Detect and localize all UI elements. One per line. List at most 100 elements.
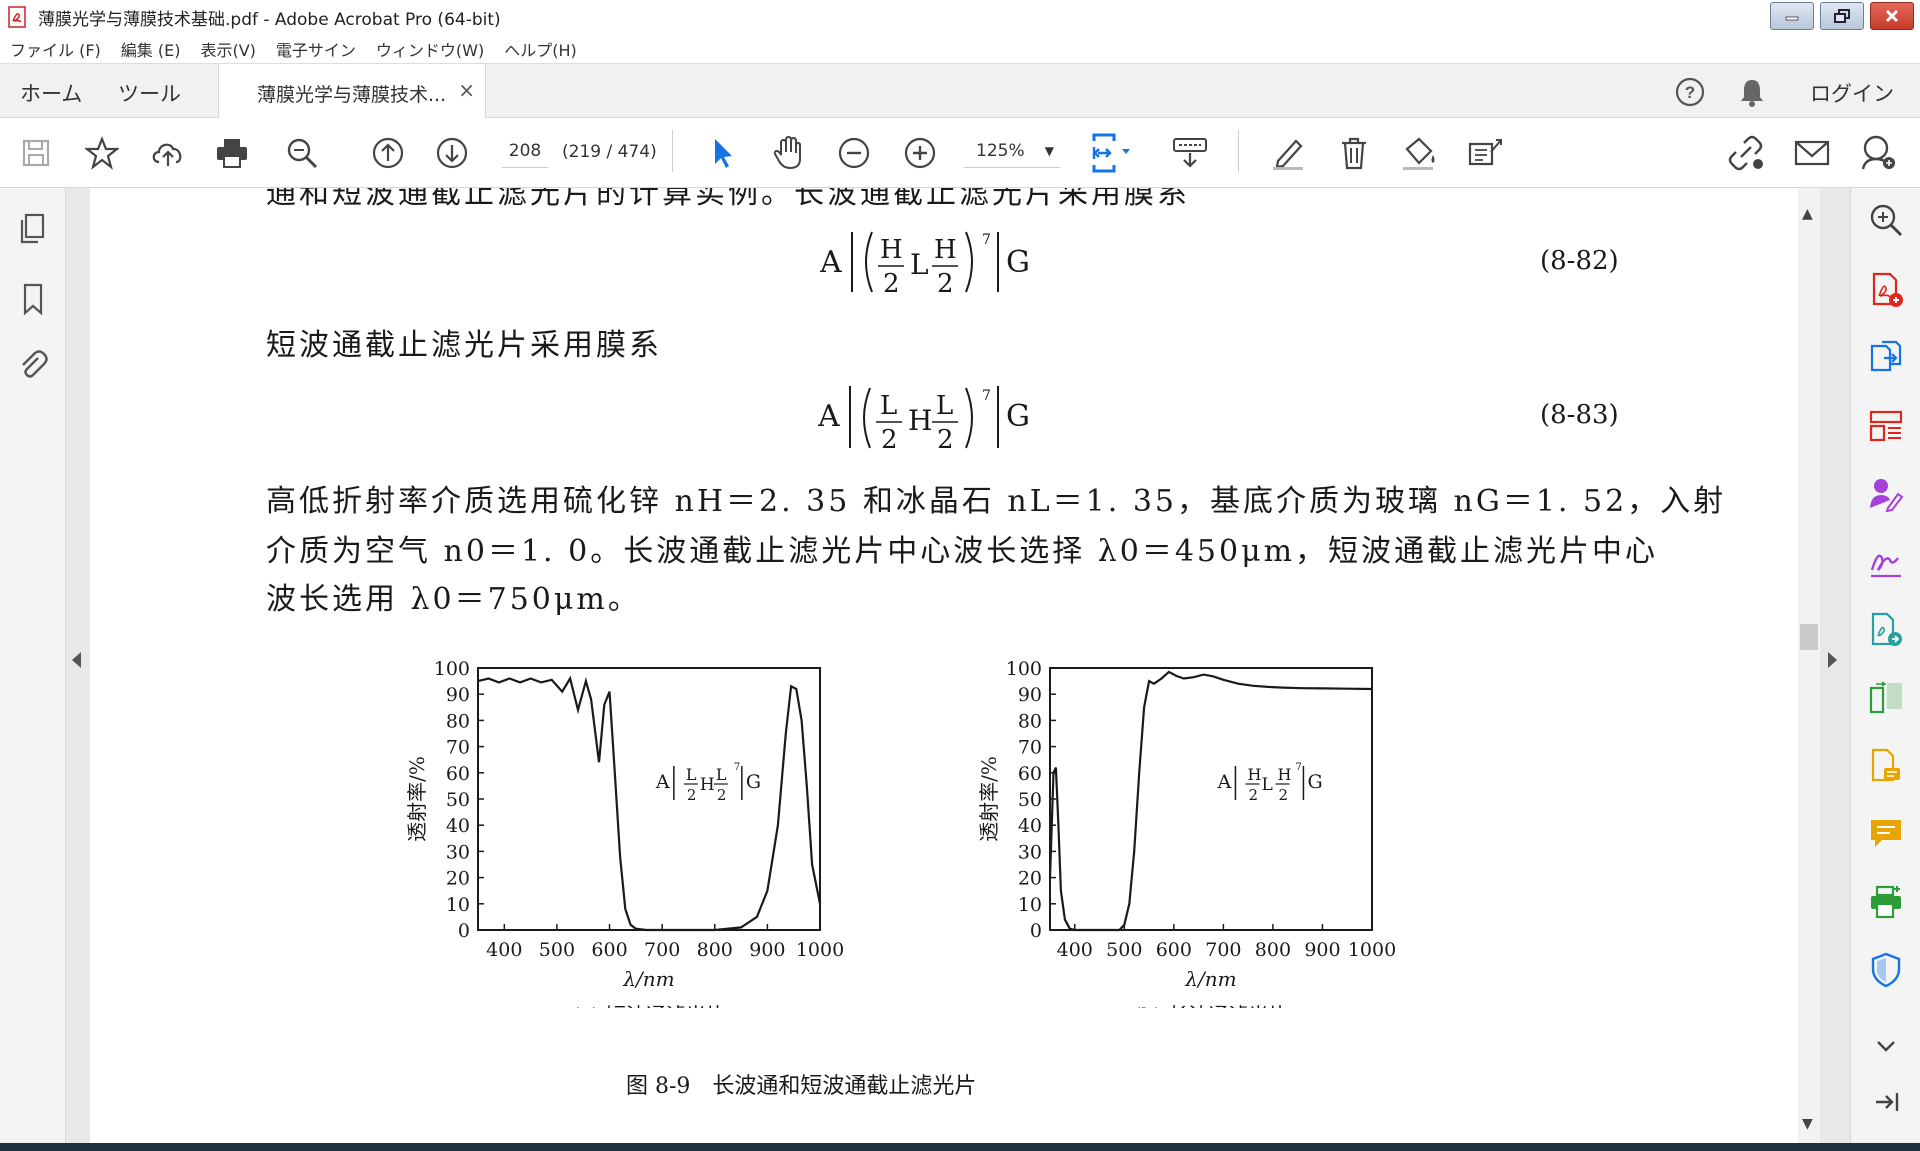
protect-shield-icon[interactable] <box>1868 952 1904 988</box>
page-fit-button[interactable] <box>1090 133 1130 173</box>
zoom-in-button[interactable] <box>900 133 940 173</box>
fill-sign-button[interactable] <box>1400 133 1440 173</box>
print-production-icon[interactable] <box>1868 884 1904 920</box>
highlight-button[interactable] <box>1268 133 1308 173</box>
scrollbar-thumb[interactable] <box>1800 624 1818 650</box>
toolbar-separator <box>672 130 673 172</box>
y-tick-label: 10 <box>446 894 470 916</box>
zoom-out-button[interactable] <box>834 133 874 173</box>
page-thumbnails-icon[interactable] <box>16 212 50 246</box>
previous-page-button[interactable] <box>368 133 408 173</box>
y-tick-label: 90 <box>446 684 470 706</box>
redact-button[interactable] <box>1466 133 1506 173</box>
menu-view[interactable]: 表示(V) <box>190 37 265 61</box>
delete-button[interactable] <box>1334 133 1374 173</box>
organize-pages-icon[interactable] <box>1868 408 1904 444</box>
x-tick-label: 500 <box>1106 939 1142 961</box>
comment-icon[interactable] <box>1868 816 1904 852</box>
document-viewport[interactable]: 通和短波通截止滤光片的计算实例。长波通截止滤光片采用膜系 A H 2 L H 2… <box>90 188 1798 1143</box>
plot-frame <box>1049 667 1373 931</box>
svg-text:L: L <box>880 391 897 421</box>
tab-document[interactable]: 薄膜光学与薄膜技术... × <box>218 64 486 118</box>
more-tools-chevron-down-icon[interactable] <box>1868 1028 1904 1064</box>
x-tick-label: 1000 <box>796 939 844 961</box>
y-tick-label: 100 <box>434 658 470 680</box>
svg-text:2: 2 <box>883 269 900 299</box>
cloud-upload-icon <box>152 143 182 166</box>
doc-paragraph-line-3: 波长选用 λ0＝750μm。 <box>266 582 641 617</box>
formula-glyph: A <box>1216 771 1231 793</box>
equation-8-83: A L 2 H L 2 7 G <box>818 386 1030 455</box>
transmittance-series-line <box>477 675 822 932</box>
x-tick-label: 1000 <box>1348 939 1396 961</box>
x-tick-label: 800 <box>1255 939 1291 961</box>
upload-cloud-button[interactable] <box>148 133 188 173</box>
svg-text:A: A <box>820 245 842 280</box>
share-link-button[interactable] <box>1726 133 1766 173</box>
menu-esign[interactable]: 電子サイン <box>266 37 366 61</box>
svg-text:L: L <box>936 391 953 421</box>
collapse-pane-icon[interactable] <box>1868 1084 1904 1120</box>
x-tick-label: 400 <box>486 939 522 961</box>
equation-number-8-83: (8-83) <box>1540 400 1619 430</box>
menu-file[interactable]: ファイル (F) <box>0 37 111 61</box>
notification-bell-icon[interactable] <box>1737 77 1767 107</box>
zoom-search-icon[interactable] <box>1868 202 1904 238</box>
email-button[interactable] <box>1792 133 1832 173</box>
bookmark-star-button[interactable] <box>82 133 122 173</box>
send-for-review-icon[interactable] <box>1868 612 1904 648</box>
menu-help[interactable]: ヘルプ(H) <box>494 37 587 61</box>
pdf-app-icon <box>8 6 26 28</box>
vertical-scrollbar[interactable]: ▲ ▼ <box>1798 188 1820 1143</box>
formula-glyph: G <box>746 771 761 793</box>
select-tool-button[interactable] <box>702 133 742 173</box>
save-button[interactable] <box>16 133 56 173</box>
close-window-button[interactable] <box>1870 2 1914 30</box>
scroll-down-arrow-icon[interactable]: ▼ <box>1802 1116 1813 1132</box>
fill-and-sign-icon[interactable] <box>1868 544 1904 580</box>
zoom-select[interactable]: 125% ▼ <box>964 134 1060 168</box>
help-icon[interactable]: ? <box>1674 76 1706 108</box>
minimize-button[interactable] <box>1770 2 1814 30</box>
menu-bar: ファイル (F) 編集 (E) 表示(V) 電子サイン ウィンドウ(W) ヘルプ… <box>0 34 1920 64</box>
request-signature-icon[interactable] <box>1868 476 1904 512</box>
compare-files-icon[interactable] <box>1868 680 1904 716</box>
chart-short-pass-filter: 0 10 20 30 40 50 60 70 80 90 100 400 500 600 700 800 900… <box>405 658 844 1008</box>
print-button[interactable] <box>212 133 252 173</box>
find-button[interactable] <box>282 133 322 173</box>
right-tools-pane <box>1850 188 1920 1151</box>
scroll-mode-button[interactable] <box>1170 133 1210 173</box>
create-pdf-icon[interactable] <box>1868 272 1904 308</box>
right-pane-toggle[interactable] <box>1828 652 1837 668</box>
tab-tools[interactable]: ツール <box>118 78 181 108</box>
formula-glyph: 7 <box>734 762 740 773</box>
tab-close-button[interactable]: × <box>458 78 475 102</box>
y-tick-label: 100 <box>1006 658 1042 680</box>
restore-button[interactable] <box>1820 2 1864 30</box>
search-zoom-icon <box>287 138 318 169</box>
account-button[interactable] <box>1858 133 1898 173</box>
menu-edit[interactable]: 編集 (E) <box>111 37 191 61</box>
hand-tool-button[interactable] <box>768 133 808 173</box>
x-tick-label: 700 <box>644 939 680 961</box>
edit-pdf-icon[interactable] <box>1868 748 1904 784</box>
attachments-paperclip-icon[interactable] <box>16 348 50 382</box>
next-page-button[interactable] <box>432 133 472 173</box>
y-tick-label: 40 <box>446 815 470 837</box>
tab-home[interactable]: ホーム <box>20 78 82 108</box>
tabs-bar: ホーム ツール 薄膜光学与薄膜技术... × ? ログイン <box>0 64 1920 118</box>
login-link[interactable]: ログイン <box>1810 78 1894 108</box>
left-pane-toggle[interactable] <box>72 652 81 668</box>
y-tick-label: 0 <box>458 920 470 942</box>
bookmarks-icon[interactable] <box>16 282 50 316</box>
formula-glyph: 2 <box>717 786 727 804</box>
page-number-input[interactable]: 208 <box>502 134 548 168</box>
export-pdf-icon[interactable] <box>1868 340 1904 376</box>
subfigure-caption: (b) 长波通滤光片 <box>1134 1003 1289 1008</box>
scroll-up-arrow-icon[interactable]: ▲ <box>1802 206 1813 222</box>
menu-window[interactable]: ウィンドウ(W) <box>366 37 494 61</box>
page-count: (219 / 474) <box>562 142 657 162</box>
y-tick-label: 50 <box>1018 789 1042 811</box>
highlighter-pen-icon <box>1273 139 1303 170</box>
x-axis-label: λ/nm <box>1184 967 1236 991</box>
